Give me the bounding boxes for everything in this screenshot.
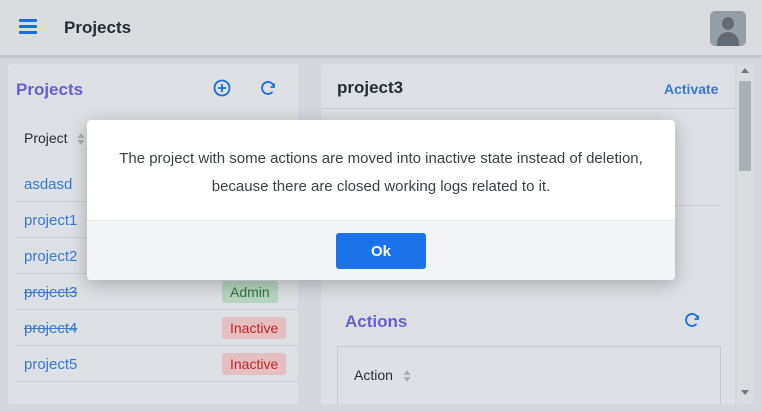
ok-button[interactable]: Ok xyxy=(336,233,426,269)
info-dialog: The project with some actions are moved … xyxy=(87,120,675,280)
dialog-footer: Ok xyxy=(87,220,675,280)
dialog-message: The project with some actions are moved … xyxy=(119,150,643,195)
